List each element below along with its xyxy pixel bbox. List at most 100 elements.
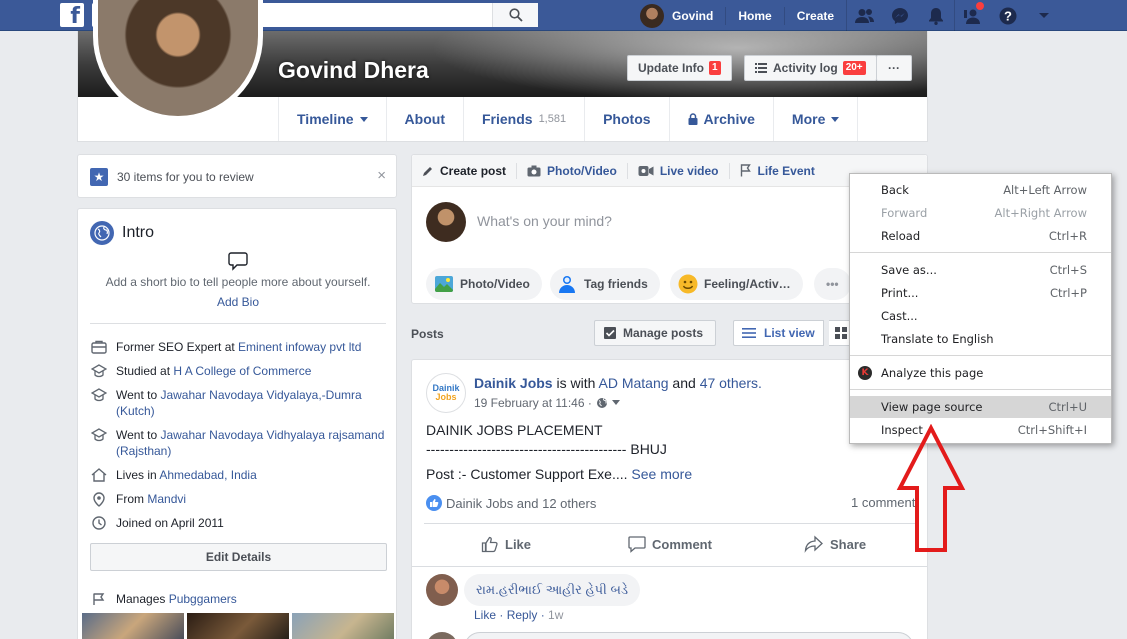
intro-joined: Joined on April 2011	[90, 515, 386, 531]
composer-more-button[interactable]: •••	[814, 268, 851, 300]
composer-input[interactable]: What's on your mind?	[477, 213, 612, 229]
tag-friends-pill-label: Tag friends	[584, 277, 648, 291]
ctx-translate-label: Translate to English	[881, 332, 994, 346]
tab-create-post[interactable]: Create post	[412, 162, 518, 179]
intro-school-2-pre: Went to	[116, 428, 161, 442]
photo-icon	[435, 276, 453, 292]
intro-work-link[interactable]: Eminent infoway pvt ltd	[238, 340, 361, 354]
post-tagged-link[interactable]: AD Matang	[599, 375, 669, 391]
ctx-print[interactable]: Print... Ctrl+P	[850, 282, 1111, 304]
tab-friends[interactable]: Friends 1,581	[464, 97, 586, 141]
comment-reply-link[interactable]: Reply	[507, 608, 538, 622]
post-text-line: ----------------------------------------…	[426, 441, 667, 457]
ctx-translate[interactable]: Translate to English	[850, 328, 1111, 350]
comment-button[interactable]: Comment	[628, 535, 712, 553]
featured-photo[interactable]	[82, 613, 184, 639]
add-bio-link[interactable]: Add Bio	[78, 295, 396, 309]
tab-photos[interactable]: Photos	[585, 97, 670, 141]
intro-from-link[interactable]: Mandvi	[147, 492, 186, 506]
ctx-analyze[interactable]: K Analyze this page	[850, 362, 1111, 384]
ctx-back[interactable]: Back Alt+Left Arrow	[850, 179, 1111, 201]
intro-manages: Manages Pubggamers	[90, 591, 386, 607]
reaction-summary[interactable]: Dainik Jobs and 12 others	[426, 495, 596, 511]
tab-photo-video-label: Photo/Video	[547, 163, 617, 178]
ctx-forward[interactable]: Forward Alt+Right Arrow	[850, 202, 1111, 224]
avatar[interactable]	[426, 574, 458, 606]
tab-photo-video[interactable]: Photo/Video	[517, 162, 628, 179]
tab-timeline-label: Timeline	[297, 111, 354, 127]
nav-profile-link[interactable]: Govind	[640, 3, 725, 28]
post-timestamp: 19 February at 11:46 ·	[474, 396, 620, 410]
update-info-button[interactable]: Update Info 1	[627, 55, 732, 81]
ctx-view-source[interactable]: View page source Ctrl+U	[850, 396, 1111, 418]
help-icon: ?	[999, 7, 1017, 24]
ctx-cast[interactable]: Cast...	[850, 305, 1111, 327]
tab-life-event[interactable]: Life Event	[730, 163, 825, 179]
nav-create-link[interactable]: Create	[783, 6, 846, 25]
caret-down-icon	[359, 116, 368, 122]
help-button[interactable]: ?	[990, 0, 1026, 31]
intro-lives-pre: Lives in	[116, 468, 160, 482]
comment-bubble[interactable]: રામ.હરીભાઈ આહીર હેપી બડે	[464, 574, 641, 606]
profile-picture[interactable]	[93, 0, 263, 121]
profile-more-button[interactable]: ···	[876, 55, 912, 81]
intro-lives-link[interactable]: Ahmedabad, India	[159, 468, 256, 482]
featured-photo[interactable]	[187, 613, 289, 639]
see-more-link[interactable]: See more	[631, 466, 692, 482]
star-icon: ★	[90, 168, 108, 186]
tab-photos-label: Photos	[603, 111, 651, 127]
post-others-link[interactable]: 47 others.	[700, 375, 762, 391]
post-time-text[interactable]: 19 February at 11:46 ·	[474, 396, 592, 410]
account-menu-button[interactable]	[1026, 0, 1062, 31]
red-arrow-annotation	[896, 424, 966, 552]
ctx-reload-label: Reload	[881, 229, 921, 243]
activity-log-button[interactable]: Activity log 20+	[744, 55, 877, 81]
notifications-button[interactable]	[918, 0, 954, 31]
ctx-reload[interactable]: Reload Ctrl+R	[850, 225, 1111, 247]
nav-home-link[interactable]: Home	[725, 6, 783, 25]
comment-like-link[interactable]: Like	[474, 608, 496, 622]
post-header: Dainik Jobs is with AD Matang and 47 oth…	[474, 375, 762, 391]
photo-video-pill[interactable]: Photo/Video	[426, 268, 542, 300]
search-button[interactable]	[492, 3, 538, 27]
page-avatar[interactable]: Dainik Jobs	[426, 373, 466, 413]
friend-requests-button[interactable]	[846, 0, 882, 31]
write-comment-input[interactable]	[464, 632, 914, 639]
intro-manages-link[interactable]: Pubggamers	[169, 592, 237, 606]
ctx-inspect[interactable]: Inspect Ctrl+Shift+I	[850, 419, 1111, 441]
divider	[424, 523, 917, 524]
edit-details-button[interactable]: Edit Details	[90, 543, 387, 571]
ctx-cast-label: Cast...	[881, 309, 918, 323]
share-button[interactable]: Share	[804, 535, 866, 553]
tab-create-post-label: Create post	[440, 163, 507, 178]
tab-more[interactable]: More	[774, 97, 859, 141]
tag-friends-pill[interactable]: Tag friends	[550, 268, 660, 300]
profile-name[interactable]: Govind Dhera	[278, 57, 429, 84]
quick-help-button[interactable]	[954, 0, 990, 31]
caret-down-icon[interactable]	[611, 400, 620, 406]
ctx-inspect-shortcut: Ctrl+Shift+I	[1017, 423, 1087, 437]
comment-time: 1w	[548, 608, 564, 622]
share-icon	[804, 535, 823, 553]
post-author-link[interactable]: Dainik Jobs	[474, 375, 553, 391]
tab-live-video[interactable]: Live video	[628, 162, 730, 179]
intro-card: Intro Add a short bio to tell people mor…	[77, 208, 397, 639]
facebook-logo-icon[interactable]: f	[60, 3, 84, 27]
ctx-save-as[interactable]: Save as... Ctrl+S	[850, 259, 1111, 281]
intro-work-pre: Former SEO Expert at	[116, 340, 239, 354]
review-items-card[interactable]: ★ 30 items for you to review ×	[77, 154, 397, 198]
feeling-activity-pill[interactable]: Feeling/Activ…	[670, 268, 803, 300]
profile-header: Govind Dhera Update Info 1 Activity log …	[77, 0, 928, 142]
tab-timeline[interactable]: Timeline	[279, 97, 387, 141]
intro-college-link[interactable]: H A College of Commerce	[173, 364, 311, 378]
profile-tabs: Timeline About Friends 1,581 Photos Archi…	[278, 97, 859, 141]
like-button[interactable]: Like	[481, 535, 531, 553]
manage-posts-button[interactable]: Manage posts	[594, 320, 717, 346]
featured-photo[interactable]	[292, 613, 394, 639]
messenger-button[interactable]	[882, 0, 918, 31]
close-icon[interactable]: ×	[377, 167, 386, 184]
intro-header: Intro	[90, 221, 154, 245]
tab-archive[interactable]: Archive	[670, 97, 774, 141]
tab-about[interactable]: About	[387, 97, 464, 141]
list-view-button[interactable]: List view	[733, 320, 824, 346]
